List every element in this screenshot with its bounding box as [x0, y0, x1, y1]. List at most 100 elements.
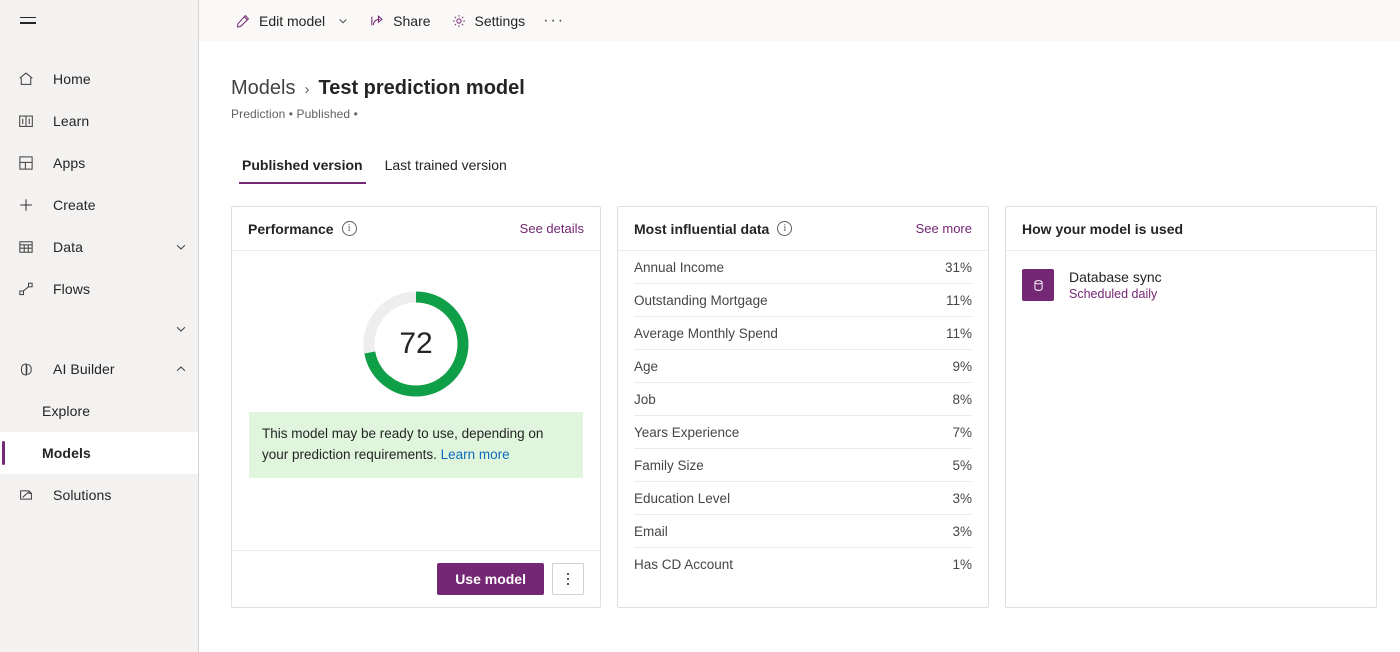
settings-button[interactable]: Settings — [441, 5, 536, 37]
sidebar-item-solutions[interactable]: Solutions — [0, 474, 198, 516]
pencil-icon — [235, 13, 251, 29]
share-button[interactable]: Share — [359, 5, 440, 37]
table-row: Annual Income 31% — [634, 251, 972, 284]
hamburger-bar — [20, 17, 36, 19]
info-icon[interactable]: i — [342, 221, 357, 236]
info-icon[interactable]: i — [777, 221, 792, 236]
influential-data-list: Annual Income 31% Outstanding Mortgage 1… — [618, 251, 988, 581]
edit-model-label: Edit model — [259, 13, 325, 29]
donut: 72 — [361, 289, 471, 399]
sidebar-item-models[interactable]: Models — [0, 432, 198, 474]
influential-card-title: Most influential data — [634, 221, 769, 237]
command-bar: Edit model Share — [199, 0, 1400, 41]
feature-value: 8% — [952, 392, 972, 407]
book-icon — [14, 109, 38, 133]
sidebar-item-label: Data — [53, 239, 83, 255]
performance-card: Performance i See details 72 — [231, 206, 601, 608]
feature-name: Family Size — [634, 458, 952, 473]
feature-name: Has CD Account — [634, 557, 952, 572]
sidebar-item-data[interactable]: Data — [0, 226, 198, 268]
hamburger-icon[interactable] — [6, 0, 50, 40]
model-usage-card: How your model is used Database — [1005, 206, 1377, 608]
table-row: Family Size 5% — [634, 449, 972, 482]
feature-value: 9% — [952, 359, 972, 374]
tab-list: Published version Last trained version — [231, 149, 1400, 184]
ellipsis-dot — [567, 583, 570, 586]
feature-value: 31% — [945, 260, 972, 275]
feature-name: Average Monthly Spend — [634, 326, 946, 341]
usage-card-title: How your model is used — [1022, 221, 1183, 237]
feature-value: 3% — [952, 524, 972, 539]
sidebar-item-label: Solutions — [53, 487, 112, 503]
sidebar-item-home[interactable]: Home — [0, 58, 198, 100]
sidebar-item-apps[interactable]: Apps — [0, 142, 198, 184]
chevron-down-icon[interactable] — [174, 322, 188, 336]
share-label: Share — [393, 13, 430, 29]
performance-card-footer: Use model — [232, 550, 600, 607]
feature-value: 3% — [952, 491, 972, 506]
table-row: Email 3% — [634, 515, 972, 548]
gear-icon — [451, 13, 467, 29]
feature-value: 5% — [952, 458, 972, 473]
chevron-down-icon[interactable] — [337, 15, 349, 27]
sidebar-nav-list: Home Learn Apps — [0, 58, 198, 516]
home-icon — [14, 67, 38, 91]
performance-more-options-button[interactable] — [552, 563, 584, 595]
sidebar-item-explore[interactable]: Explore — [0, 390, 198, 432]
solutions-icon — [14, 483, 38, 507]
feature-name: Annual Income — [634, 260, 945, 275]
sidebar-item-learn[interactable]: Learn — [0, 100, 198, 142]
database-icon — [1022, 269, 1054, 301]
chevron-up-icon[interactable] — [174, 362, 188, 376]
feature-name: Years Experience — [634, 425, 952, 440]
readiness-banner: This model may be ready to use, dependin… — [249, 412, 583, 478]
sidebar-item-label: Flows — [53, 281, 90, 297]
breadcrumb: Models › Test prediction model — [231, 41, 1400, 100]
settings-label: Settings — [475, 13, 526, 29]
ellipsis-dot — [567, 578, 570, 581]
sidebar-item-label: Learn — [53, 113, 89, 129]
performance-donut-chart: 72 — [232, 289, 600, 399]
see-more-link[interactable]: See more — [916, 221, 972, 236]
feature-name: Job — [634, 392, 952, 407]
feature-name: Education Level — [634, 491, 952, 506]
sidebar-item-label: Models — [42, 445, 91, 461]
influential-card-header: Most influential data i See more — [618, 207, 988, 251]
chevron-down-icon[interactable] — [174, 240, 188, 254]
sidebar-item-collapsed-group[interactable] — [0, 310, 198, 348]
table-row: Has CD Account 1% — [634, 548, 972, 581]
performance-score: 72 — [361, 289, 471, 399]
see-details-link[interactable]: See details — [520, 221, 584, 236]
sidebar-item-label: Home — [53, 71, 91, 87]
tab-last-trained-version[interactable]: Last trained version — [374, 149, 518, 184]
usage-item-title: Database sync — [1069, 269, 1162, 285]
sidebar-item-label: Apps — [53, 155, 85, 171]
sidebar-item-ai-builder[interactable]: AI Builder — [0, 348, 198, 390]
learn-more-link[interactable]: Learn more — [441, 447, 510, 462]
sidebar: Home Learn Apps — [0, 0, 199, 652]
feature-name: Age — [634, 359, 952, 374]
overflow-menu-button[interactable]: ··· — [535, 5, 573, 37]
usage-text: Database sync Scheduled daily — [1069, 269, 1162, 301]
page-title: Test prediction model — [318, 77, 524, 100]
edit-model-button[interactable]: Edit model — [225, 5, 359, 37]
card-grid: Performance i See details 72 — [231, 206, 1400, 608]
table-row: Outstanding Mortgage 11% — [634, 284, 972, 317]
tab-published-version[interactable]: Published version — [231, 149, 374, 184]
breadcrumb-separator-icon: › — [304, 81, 309, 98]
use-model-button[interactable]: Use model — [437, 563, 544, 595]
main-region: Edit model Share — [199, 0, 1400, 652]
sidebar-item-create[interactable]: Create — [0, 184, 198, 226]
ai-builder-icon — [14, 357, 38, 381]
most-influential-data-card: Most influential data i See more Annual … — [617, 206, 989, 608]
plus-icon — [14, 193, 38, 217]
apps-icon — [14, 151, 38, 175]
flow-icon — [14, 277, 38, 301]
usage-item-subtitle: Scheduled daily — [1069, 287, 1162, 301]
performance-card-header: Performance i See details — [232, 207, 600, 251]
feature-value: 11% — [946, 326, 972, 341]
feature-name: Outstanding Mortgage — [634, 293, 946, 308]
breadcrumb-models-link[interactable]: Models — [231, 77, 295, 100]
sidebar-item-flows[interactable]: Flows — [0, 268, 198, 310]
list-item[interactable]: Database sync Scheduled daily — [1022, 269, 1360, 301]
